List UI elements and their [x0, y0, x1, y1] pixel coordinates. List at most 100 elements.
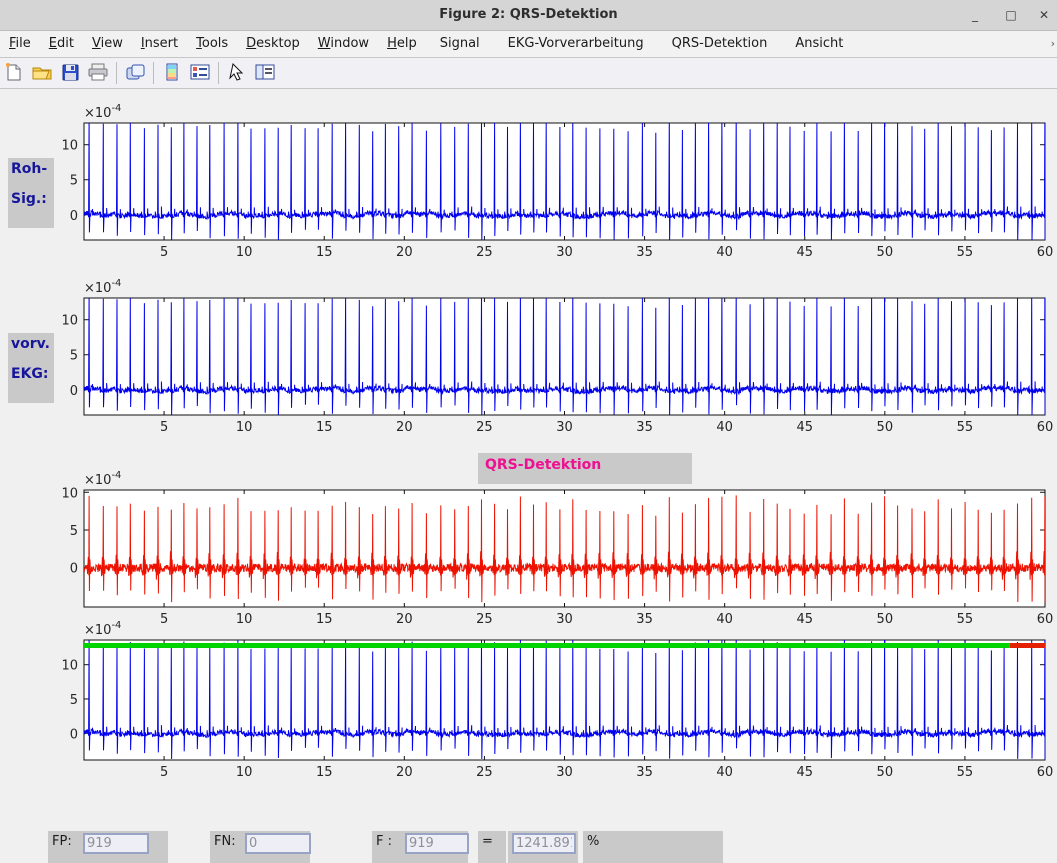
plot-vorv-ekg-xtick: 60	[1037, 420, 1054, 435]
plot-vorv-ekg-xtick: 25	[476, 420, 493, 435]
plot-vorv-ekg-side-label-1: EKG:	[8, 363, 54, 403]
plot-roh-signal-xtick: 60	[1037, 245, 1054, 260]
plot-qrs-detektion-exp-label: ×10-4	[84, 470, 121, 488]
menu-item-window[interactable]: Window	[309, 31, 378, 57]
fn-label: FN:	[214, 834, 236, 849]
menu-overflow-icon[interactable]: ›	[1051, 37, 1055, 50]
result-field[interactable]	[512, 833, 576, 854]
plot-vorv-ekg-xtick: 15	[316, 420, 333, 435]
toolbar	[0, 58, 1057, 89]
plot-qrs-detektion: 510152025303540455055600510×10-4	[0, 468, 1057, 629]
toolbar-separator	[153, 62, 154, 84]
plot-roh-signal-xtick: 5	[160, 245, 168, 260]
plot-roh-signal-xtick: 40	[716, 245, 733, 260]
plot-vorv-ekg-xtick: 30	[556, 420, 573, 435]
menu-item-ansicht[interactable]: Ansicht	[781, 31, 857, 57]
new-file-icon[interactable]	[2, 62, 26, 84]
insert-colorbar-icon[interactable]	[160, 62, 184, 84]
plot-qrs-detektion-ytick: 0	[70, 562, 78, 577]
plot-detektion-ergebnis-xtick: 55	[957, 765, 974, 780]
plot-roh-signal-xtick: 50	[877, 245, 894, 260]
plot-roh-signal-xtick: 10	[236, 245, 253, 260]
plot-roh-signal-xtick: 45	[796, 245, 813, 260]
plot-vorv-ekg-xtick: 40	[716, 420, 733, 435]
plot-vorv-ekg-ytick: 10	[61, 314, 78, 329]
plot-roh-signal-ytick: 5	[70, 174, 78, 189]
percent-label: %	[587, 834, 599, 849]
menu-bar: FileEditViewInsertToolsDesktopWindowHelp…	[0, 31, 1057, 58]
plot-detektion-ergebnis-exp-label: ×10-4	[84, 620, 121, 638]
plot-detektion-ergebnis-xtick: 60	[1037, 765, 1054, 780]
percent-panel: %	[583, 831, 723, 863]
plot-roh-signal-xtick: 30	[556, 245, 573, 260]
plot-qrs-detektion-ytick: 5	[70, 524, 78, 539]
plot-roh-signal-axes[interactable]	[84, 123, 1045, 240]
plot-vorv-ekg-xtick: 5	[160, 420, 168, 435]
equals-label: =	[482, 834, 493, 849]
plot-vorv-ekg: 510152025303540455055600510×10-4	[0, 276, 1057, 437]
plot-vorv-ekg-xtick: 50	[877, 420, 894, 435]
plot-qrs-detektion-ytick: 10	[61, 486, 78, 501]
plot-roh-signal-xtick: 35	[636, 245, 653, 260]
plot-vorv-ekg-xtick: 20	[396, 420, 413, 435]
menu-item-file[interactable]: File	[0, 31, 40, 57]
plot-vorv-ekg-exp-label: ×10-4	[84, 278, 121, 296]
fn-field[interactable]	[245, 833, 311, 854]
equals-panel: =	[478, 831, 506, 863]
minimize-button[interactable]: _	[964, 6, 986, 24]
figure-window: { "window": { "title": "Figure 2: QRS-De…	[0, 0, 1057, 863]
menu-item-qrs-detektion[interactable]: QRS-Detektion	[658, 31, 782, 57]
plot-detektion-ergebnis-ytick: 10	[61, 659, 78, 674]
menu-item-ekg-vorverarbeitung[interactable]: EKG-Vorverarbeitung	[494, 31, 658, 57]
property-editor-icon[interactable]	[253, 62, 277, 84]
edit-plot-cursor-icon[interactable]	[225, 62, 249, 84]
plot-detektion-ergebnis-xtick: 50	[877, 765, 894, 780]
close-button[interactable]: ✕	[1033, 6, 1055, 24]
plot-roh-signal-xtick: 20	[396, 245, 413, 260]
menu-item-desktop[interactable]: Desktop	[237, 31, 309, 57]
fp-label: FP:	[52, 834, 72, 849]
plot-roh-signal-ytick: 10	[61, 139, 78, 154]
print-icon[interactable]	[86, 62, 110, 84]
plot-roh-signal: 510152025303540455055600510×10-4	[0, 101, 1057, 262]
plot-detektion-ergebnis-xtick: 40	[716, 765, 733, 780]
plot-vorv-ekg-axes[interactable]	[84, 298, 1045, 415]
open-folder-icon[interactable]	[30, 62, 54, 84]
menu-item-edit[interactable]: Edit	[40, 31, 83, 57]
plot-vorv-ekg-xtick: 10	[236, 420, 253, 435]
title-bar: Figure 2: QRS-Detektion _ □ ✕	[0, 0, 1057, 31]
plot-roh-signal-xtick: 25	[476, 245, 493, 260]
insert-legend-icon[interactable]	[188, 62, 212, 84]
plot-detektion-ergebnis-ytick: 0	[70, 727, 78, 742]
plot-detektion-ergebnis-ytick: 5	[70, 693, 78, 708]
plot-detektion-ergebnis-xtick: 30	[556, 765, 573, 780]
plot-roh-signal-xtick: 55	[957, 245, 974, 260]
toolbar-separator	[218, 62, 219, 84]
plot-vorv-ekg-xtick: 35	[636, 420, 653, 435]
menu-item-signal[interactable]: Signal	[426, 31, 494, 57]
plot-detektion-ergebnis-xtick: 10	[236, 765, 253, 780]
save-icon[interactable]	[58, 62, 82, 84]
plot-vorv-ekg-side-label-0: vorv.	[8, 333, 54, 363]
maximize-button[interactable]: □	[1000, 6, 1022, 24]
f-label: F :	[376, 834, 392, 849]
plot-vorv-ekg-ytick: 5	[70, 349, 78, 364]
link-plot-icon[interactable]	[123, 62, 147, 84]
plot-roh-signal-side-label-0: Roh-	[8, 158, 54, 188]
fp-field[interactable]	[83, 833, 149, 854]
window-title: Figure 2: QRS-Detektion	[0, 7, 1057, 22]
plot-vorv-ekg-ytick: 0	[70, 384, 78, 399]
f-field[interactable]	[405, 833, 469, 854]
menu-item-help[interactable]: Help	[378, 31, 426, 57]
plot-detektion-ergebnis-xtick: 5	[160, 765, 168, 780]
menu-item-tools[interactable]: Tools	[187, 31, 237, 57]
menu-item-insert[interactable]: Insert	[132, 31, 187, 57]
plot-detektion-ergebnis-axes[interactable]	[84, 640, 1045, 760]
plot-detektion-ergebnis-xtick: 45	[796, 765, 813, 780]
plot-detektion-ergebnis: 510152025303540455055600510×10-4	[0, 618, 1057, 782]
plot-detektion-ergebnis-xtick: 35	[636, 765, 653, 780]
menu-item-view[interactable]: View	[83, 31, 132, 57]
plot-roh-signal-ytick: 0	[70, 209, 78, 224]
plot-detektion-ergebnis-xtick: 20	[396, 765, 413, 780]
plot-qrs-detektion-axes[interactable]	[84, 490, 1045, 607]
